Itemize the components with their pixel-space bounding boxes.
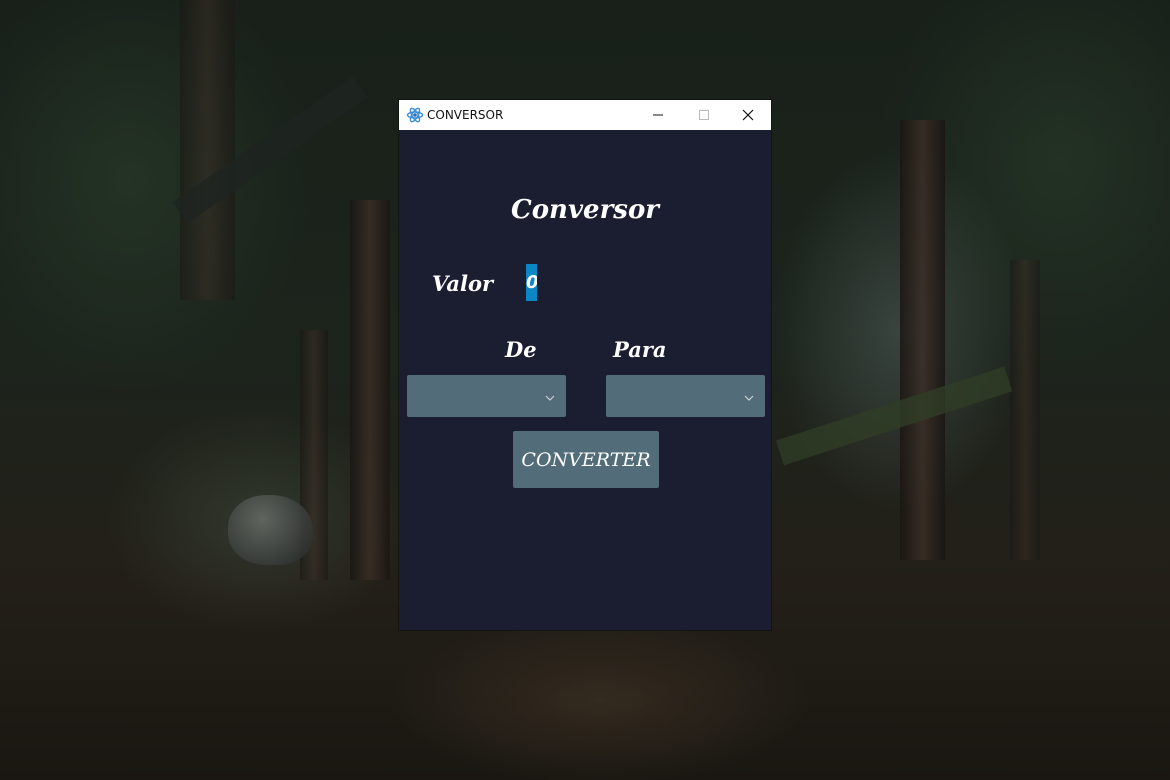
- close-button[interactable]: [725, 100, 771, 130]
- close-icon: [742, 106, 754, 125]
- chevron-down-icon: [743, 389, 755, 401]
- wallpaper-branch: [775, 366, 1013, 466]
- valor-input[interactable]: 0: [526, 264, 537, 301]
- wallpaper-tree: [900, 120, 945, 560]
- wallpaper-tree: [180, 0, 235, 300]
- maximize-button[interactable]: [681, 100, 727, 130]
- minimize-icon: [652, 106, 664, 125]
- valor-label: Valor: [432, 271, 494, 296]
- conversor-window: CONVERSOR Conversor Valor 0 De Para: [399, 100, 771, 630]
- wallpaper-tree: [1010, 260, 1040, 560]
- wallpaper-tree: [350, 200, 390, 580]
- minimize-button[interactable]: [635, 100, 681, 130]
- convert-button[interactable]: CONVERTER: [513, 431, 659, 488]
- chevron-down-icon: [544, 389, 556, 401]
- window-title: CONVERSOR: [427, 108, 504, 122]
- para-label: Para: [613, 337, 667, 362]
- title-bar[interactable]: CONVERSOR: [399, 100, 771, 130]
- wallpaper-rock: [228, 495, 313, 565]
- para-select[interactable]: [606, 375, 765, 417]
- atom-icon: [406, 106, 424, 124]
- de-select[interactable]: [407, 375, 566, 417]
- page-title: Conversor: [511, 195, 659, 225]
- maximize-icon: [698, 106, 710, 125]
- de-label: De: [505, 337, 537, 362]
